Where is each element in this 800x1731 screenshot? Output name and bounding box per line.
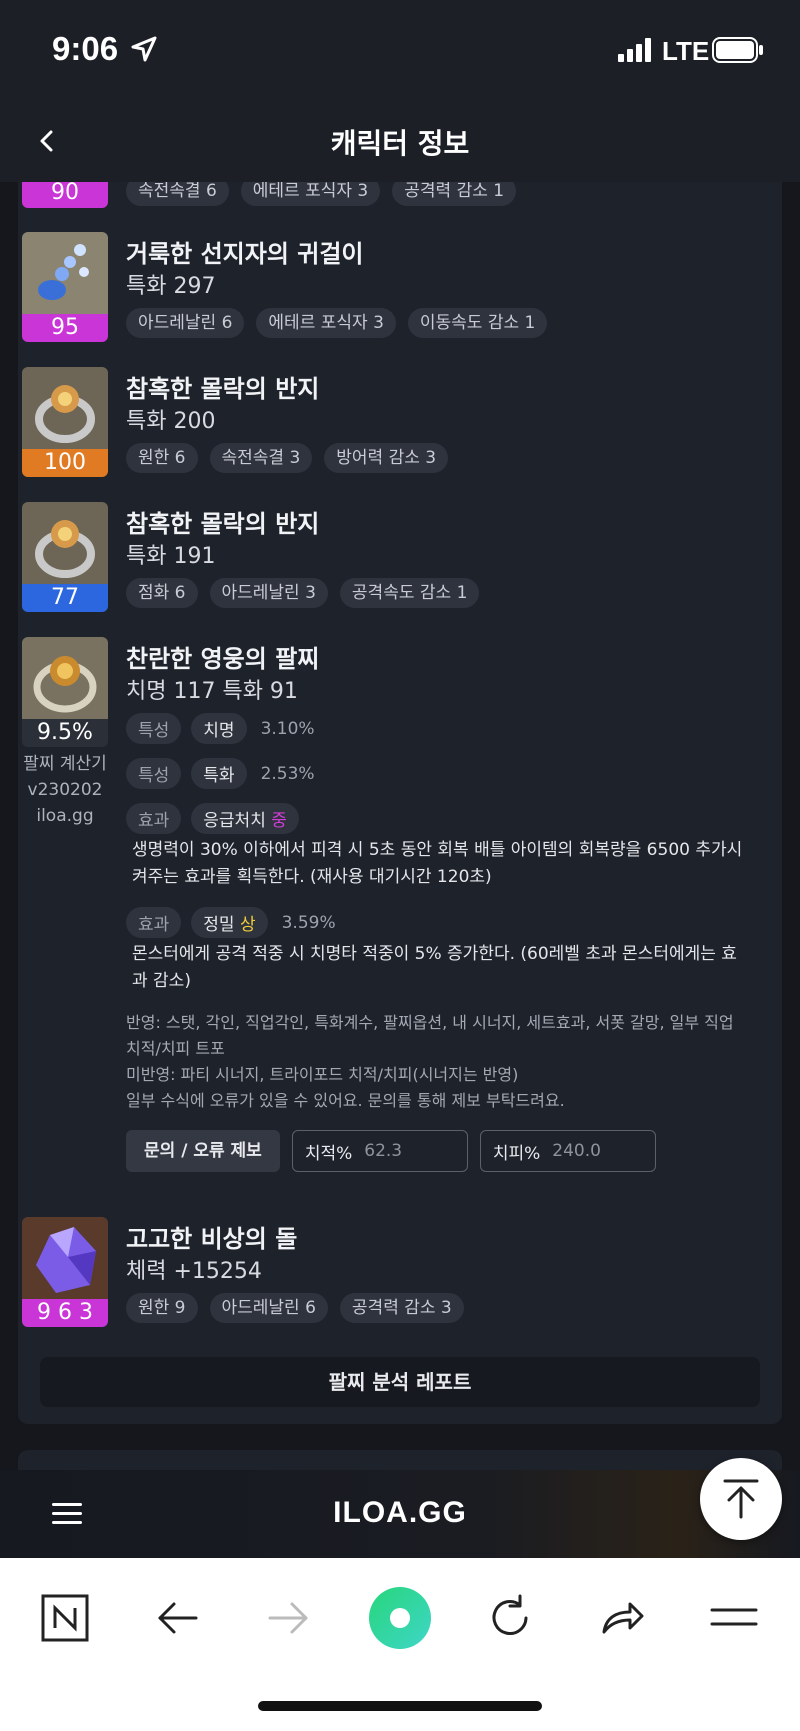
item-name: 거룩한 선지자의 귀걸이 bbox=[126, 240, 364, 268]
item-level: 9 6 3 bbox=[22, 1299, 108, 1327]
item-name: 참혹한 몰락의 반지 bbox=[126, 375, 320, 403]
earring-icon: 95 bbox=[22, 232, 108, 342]
item-level: 95 bbox=[22, 314, 108, 342]
engraving-chip: 공격속도 감소 1 bbox=[339, 578, 480, 608]
content-area[interactable]: 90 속전속결 6 에테르 포식자 3 공격력 감소 1 95 거룩한 선지자의… bbox=[0, 182, 800, 1470]
stone-icon: 9 6 3 bbox=[22, 1217, 108, 1327]
signal-icon bbox=[618, 38, 651, 62]
effect-name: 응급처치 중 bbox=[191, 803, 299, 834]
scroll-top-icon bbox=[723, 1479, 759, 1519]
engraving-chip: 원한 6 bbox=[126, 443, 198, 473]
refresh-icon[interactable] bbox=[480, 1588, 540, 1648]
site-bottom-nav: ILOA.GG bbox=[0, 1470, 800, 1558]
attribute-row: 특성 특화 2.53% bbox=[126, 758, 315, 789]
browser-menu-icon[interactable] bbox=[704, 1588, 764, 1648]
list-item: 90 속전속결 6 에테르 포식자 3 공격력 감소 1 bbox=[22, 182, 742, 208]
battery-icon bbox=[712, 37, 763, 63]
item-name: 찬란한 영웅의 팔찌 bbox=[126, 645, 320, 673]
browser-back-icon[interactable] bbox=[148, 1588, 208, 1648]
engraving-chip: 점화 6 bbox=[126, 578, 198, 608]
engraving-chip: 속전속결 6 bbox=[126, 182, 229, 206]
crit-rate-input[interactable] bbox=[364, 1141, 455, 1161]
effect-type: 효과 bbox=[126, 803, 182, 834]
effect-row: 효과 정밀 상 3.59% bbox=[126, 907, 336, 938]
item-level: 9.5% bbox=[22, 719, 108, 747]
calculator-site-label: iloa.gg bbox=[36, 806, 94, 826]
nav-header: 캐릭터 정보 bbox=[0, 100, 800, 182]
effect-grade: 중 bbox=[271, 811, 287, 831]
engraving-chip: 속전속결 3 bbox=[209, 443, 313, 473]
engraving-chip: 아드레날린 6 bbox=[209, 1293, 328, 1323]
crit-rate-field[interactable]: 치적% bbox=[291, 1130, 468, 1172]
status-time: 9:06 bbox=[52, 30, 119, 67]
calculator-label: 팔찌 계산기 bbox=[23, 754, 107, 774]
calculator-version-label: v230202 bbox=[27, 780, 103, 800]
attr-percent: 3.10% bbox=[260, 718, 315, 739]
effect-type: 효과 bbox=[126, 907, 182, 938]
ring-icon: 100 bbox=[22, 367, 108, 477]
scroll-top-button[interactable] bbox=[700, 1458, 782, 1540]
engraving-chip: 이동속도 감소 1 bbox=[407, 308, 548, 338]
naver-icon[interactable] bbox=[35, 1588, 95, 1648]
effect-grade: 상 bbox=[239, 915, 256, 935]
location-arrow-icon bbox=[131, 36, 157, 62]
item-stat: 체력 +15254 bbox=[126, 1259, 262, 1284]
crit-rate-label: 치적% bbox=[304, 1143, 353, 1164]
next-card bbox=[18, 1450, 782, 1470]
engraving-chip: 아드레날린 6 bbox=[126, 308, 245, 338]
site-logo[interactable]: ILOA.GG bbox=[0, 1496, 800, 1530]
ring-icon: 77 bbox=[22, 502, 108, 612]
attr-value: 특화 bbox=[191, 758, 247, 789]
attr-percent: 2.53% bbox=[260, 763, 315, 784]
engraving-chip: 원한 9 bbox=[126, 1293, 198, 1323]
error-note: 일부 수식에 오류가 있을 수 있어요. 문의를 통해 제보 부탁드려요. bbox=[126, 1091, 565, 1110]
browser-forward-icon[interactable] bbox=[258, 1588, 318, 1648]
effect-description: 생명력이 30% 이하에서 피격 시 5초 동안 회복 배틀 아이템의 회복량을… bbox=[132, 840, 743, 887]
item-stat: 특화 191 bbox=[126, 544, 216, 569]
network-label: LTE bbox=[662, 36, 710, 66]
engraving-chip: 에테르 포식자 3 bbox=[240, 182, 381, 206]
attr-value: 치명 bbox=[191, 713, 247, 744]
engraving-chip: 공격력 감소 3 bbox=[339, 1293, 464, 1323]
crit-damage-input[interactable] bbox=[552, 1141, 643, 1161]
effect-name: 정밀 상 bbox=[191, 907, 268, 938]
bracelet-icon: 9.5% bbox=[22, 637, 108, 747]
attr-type: 특성 bbox=[126, 713, 182, 744]
status-bar: 9:06 LTE bbox=[0, 0, 800, 100]
share-icon[interactable] bbox=[592, 1588, 652, 1648]
item-stat: 특화 200 bbox=[126, 409, 216, 434]
calculator-version: 팔찌 계산기 v230202 iloa.gg bbox=[22, 751, 108, 829]
calculator-actions: 문의 / 오류 제보 치적% 치피% bbox=[126, 1130, 656, 1172]
item-level: 90 bbox=[22, 182, 108, 208]
attribute-row: 특성 치명 3.10% bbox=[126, 713, 315, 744]
reflected-note: 반영: 스탯, 각인, 직업각인, 특화계수, 팔찌옵션, 내 시너지, 세트효… bbox=[126, 1013, 734, 1058]
unreflected-note: 미반영: 파티 시너지, 트라이포드 치적/치피(시너지는 반영) bbox=[126, 1065, 519, 1084]
attr-type: 특성 bbox=[126, 758, 182, 789]
item-level: 100 bbox=[22, 449, 108, 477]
green-dot-icon[interactable] bbox=[368, 1586, 432, 1650]
engraving-chip: 아드레날린 3 bbox=[209, 578, 328, 608]
item-level: 77 bbox=[22, 584, 108, 612]
item-stat: 치명 117 특화 91 bbox=[126, 679, 298, 704]
page-title: 캐릭터 정보 bbox=[330, 127, 470, 160]
item-name: 고고한 비상의 돌 bbox=[126, 1225, 298, 1253]
effect-name-text: 정밀 bbox=[203, 915, 235, 935]
engraving-chip: 공격력 감소 1 bbox=[392, 182, 517, 206]
engraving-chip: 방어력 감소 3 bbox=[324, 443, 449, 473]
bracelet-report-button[interactable]: 팔찌 분석 레포트 bbox=[40, 1357, 760, 1407]
report-error-button[interactable]: 문의 / 오류 제보 bbox=[126, 1130, 280, 1172]
effect-percent: 3.59% bbox=[281, 912, 336, 933]
bracelet-item: 9.5% 팔찌 계산기 v230202 iloa.gg 찬란한 영웅의 팔찌 치… bbox=[22, 637, 742, 1197]
engraving-chip: 에테르 포식자 3 bbox=[256, 308, 396, 338]
home-indicator[interactable] bbox=[258, 1701, 542, 1711]
effect-description: 몬스터에게 공격 적중 시 치명타 적중이 5% 증가한다. (60레벨 초과 … bbox=[132, 944, 737, 991]
effect-row: 효과 응급처치 중 bbox=[126, 803, 299, 834]
item-stat: 특화 297 bbox=[126, 274, 216, 299]
crit-damage-field[interactable]: 치피% bbox=[479, 1130, 656, 1172]
effect-name-text: 응급처치 bbox=[203, 811, 266, 831]
crit-damage-label: 치피% bbox=[492, 1143, 541, 1164]
item-name: 참혹한 몰락의 반지 bbox=[126, 510, 320, 538]
